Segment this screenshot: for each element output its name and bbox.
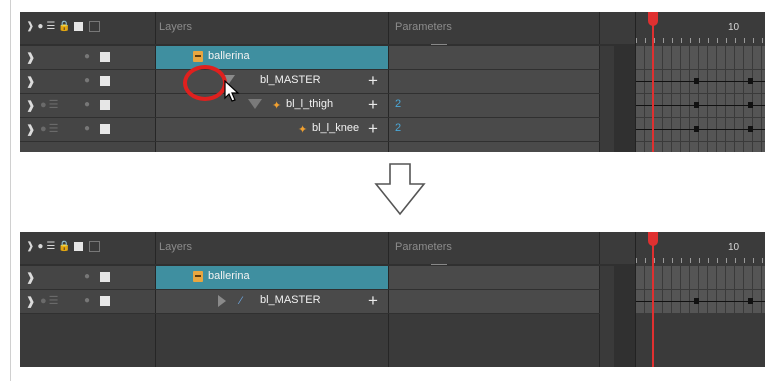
lock-icon[interactable]: ● [84,123,90,134]
color-swatch-icon[interactable] [100,124,110,134]
page-border [10,0,11,381]
frame-number: 10 [728,22,740,33]
timeline-area[interactable]: 10 [635,232,765,367]
layer-row[interactable]: ❱ ●☰ ● ✦ bl_l_thigh + 2 [20,94,635,117]
layer-name: bl_MASTER [260,294,321,306]
timeline-area[interactable]: 10 [635,12,765,152]
layer-name: ballerina [208,270,250,282]
layer-tools-header: ❱●☰🔒 [20,12,156,44]
timeline-row[interactable] [636,46,765,69]
eye-icon[interactable]: ❱ [26,271,35,284]
layer-toggle-icons[interactable]: ●☰ [40,98,61,111]
layers-label: Layers [159,21,193,33]
expand-arrow-icon[interactable] [218,295,226,307]
eye-icon[interactable]: ❱ [26,51,35,64]
keyframe[interactable] [748,78,753,84]
layer-row[interactable]: ❱ ● bl_MASTER + [20,70,635,93]
add-child-icon[interactable]: + [368,291,378,311]
timeline-row[interactable] [636,118,765,141]
bone-icon: ✦ [272,100,282,112]
timeline-panel-before: ❱●☰🔒 Layers +—✚⚑ Parameters ❱ ● ballerin… [20,12,765,152]
keyframe[interactable] [694,298,699,304]
layers-column-header: Layers +—✚⚑ [156,12,461,69]
eye-icon[interactable]: ❱ [26,99,35,112]
eye-icon[interactable]: ❱ [26,75,35,88]
layers-column-header: Layers +—✚⚑ [156,232,461,289]
timeline-panel-after: ❱●☰🔒 Layers +—✚⚑ Parameters ❱ ● ballerin… [20,232,765,367]
layer-name: bl_MASTER [260,74,321,86]
keyframe[interactable] [748,102,753,108]
parameters-column-header: Parameters [389,12,600,44]
collapse-arrow-icon[interactable] [248,99,262,109]
down-arrow-icon [374,163,426,216]
timeline-row[interactable] [636,142,765,152]
playhead-handle[interactable] [648,12,658,26]
add-child-icon[interactable]: + [368,95,378,115]
column-toggle-icons[interactable]: ❱●☰🔒 [26,241,100,252]
mouse-cursor-icon [224,80,240,102]
lock-icon[interactable]: ● [84,99,90,110]
layer-row[interactable]: ❱ ● ballerina [20,46,635,69]
layer-toggle-icons[interactable]: ●☰ [40,122,61,135]
keyframe[interactable] [748,298,753,304]
layer-row[interactable]: ❱ ● ballerina [20,266,635,289]
group-icon [193,51,203,62]
layer-name: bl_l_thigh [286,98,334,110]
parameters-label: Parameters [395,21,452,33]
bone-icon: ✦ [298,124,308,136]
keyframe[interactable] [694,126,699,132]
layer-toggle-icons[interactable]: ●☰ [40,294,61,307]
layer-name: bl_l_knee [312,122,360,134]
timeline-row[interactable] [636,266,765,289]
keyframe[interactable] [748,126,753,132]
group-icon [193,271,203,282]
timeline-row[interactable] [636,94,765,117]
layer-row[interactable] [20,142,635,152]
layer-name: ballerina [208,50,250,62]
timeline-row[interactable] [636,70,765,93]
empty-layer-area [20,314,635,367]
layer-row[interactable]: ❱ ●☰ ● ✦ bl_l_knee + 2 [20,118,635,141]
layer-tools-header: ❱●☰🔒 [20,232,156,264]
parameter-value: 2 [395,122,402,134]
lock-icon[interactable]: ● [84,271,90,282]
color-swatch-icon[interactable] [100,76,110,86]
layer-row[interactable]: ❱ ●☰ ● ⁄ bl_MASTER + [20,290,635,313]
lock-icon[interactable]: ● [84,51,90,62]
eye-icon[interactable]: ❱ [26,123,35,136]
lock-icon[interactable]: ● [84,295,90,306]
keyframe[interactable] [694,102,699,108]
layers-label: Layers [159,241,193,253]
color-swatch-icon[interactable] [100,296,110,306]
vertical-scrollbar[interactable] [600,266,614,367]
highlight-circle [183,65,227,101]
frame-number: 10 [728,242,740,253]
peg-icon: ⁄ [240,295,242,307]
color-swatch-icon[interactable] [100,100,110,110]
color-swatch-icon[interactable] [100,272,110,282]
eye-icon[interactable]: ❱ [26,295,35,308]
timeline-row[interactable] [636,290,765,313]
lock-icon[interactable]: ● [84,75,90,86]
playhead[interactable] [652,232,654,367]
column-toggle-icons[interactable]: ❱●☰🔒 [26,21,100,32]
add-child-icon[interactable]: + [368,71,378,91]
color-swatch-icon[interactable] [100,52,110,62]
parameter-value: 2 [395,98,402,110]
parameters-column-header: Parameters [389,232,600,264]
vertical-scrollbar[interactable] [600,46,614,152]
playhead-handle[interactable] [648,232,658,246]
keyframe[interactable] [694,78,699,84]
playhead[interactable] [652,12,654,152]
parameters-label: Parameters [395,241,452,253]
add-child-icon[interactable]: + [368,119,378,139]
